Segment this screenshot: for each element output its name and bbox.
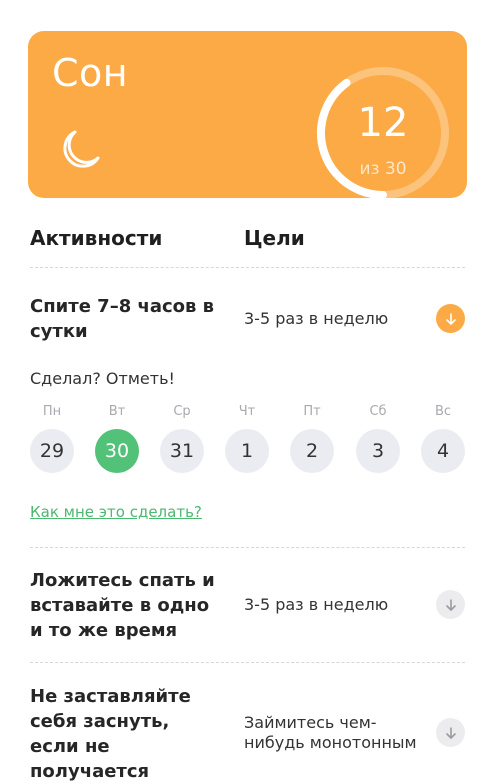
expand-button[interactable] xyxy=(436,590,465,619)
weekday-label: Чт xyxy=(238,404,256,419)
card-title: Сон xyxy=(52,51,129,95)
divider xyxy=(30,267,465,268)
weekday-label: Вс xyxy=(434,404,452,419)
day-button[interactable]: 31 xyxy=(160,429,204,473)
how-to-link[interactable]: Как мне это сделать? xyxy=(30,503,202,521)
weekday-label: Пт xyxy=(303,404,321,419)
activity-title: Спите 7–8 часов в сутки xyxy=(30,296,215,342)
collapse-button[interactable] xyxy=(436,304,465,333)
moon-icon xyxy=(63,130,100,168)
arrow-down-icon xyxy=(445,312,456,325)
progress-total: из 30 xyxy=(359,159,407,179)
activity-goal: Займитесь чем- нибудь монотонным xyxy=(244,713,417,752)
activity-title: Ложитесь спать и вставайте в одно и то ж… xyxy=(30,570,215,641)
day-button[interactable]: 3 xyxy=(356,429,400,473)
tracker-prompt: Сделал? Отметь! xyxy=(30,369,175,388)
arrow-down-icon xyxy=(445,598,456,611)
divider xyxy=(30,662,465,663)
day-button-selected[interactable]: 30 xyxy=(95,429,139,473)
sleep-summary-card: Сон 12 из 30 xyxy=(28,31,467,198)
weekday-label: Вт xyxy=(108,404,126,419)
day-button[interactable]: 4 xyxy=(421,429,465,473)
day-button[interactable]: 1 xyxy=(225,429,269,473)
arrow-down-icon xyxy=(445,726,456,739)
activity-goal: 3-5 раз в неделю xyxy=(244,309,389,328)
weekday-label: Пн xyxy=(42,404,62,419)
activity-title: Не заставляйте себя заснуть, если не пол… xyxy=(30,686,191,782)
weekday-label: Ср xyxy=(173,404,191,419)
weekday-label: Сб xyxy=(369,404,387,419)
progress-value: 12 xyxy=(357,100,409,146)
activities-header: Активности xyxy=(30,226,163,250)
expand-button[interactable] xyxy=(436,718,465,747)
day-button[interactable]: 29 xyxy=(30,429,74,473)
divider xyxy=(30,547,465,548)
activity-goal: 3-5 раз в неделю xyxy=(244,595,389,614)
day-button[interactable]: 2 xyxy=(290,429,334,473)
goals-header: Цели xyxy=(244,226,305,250)
